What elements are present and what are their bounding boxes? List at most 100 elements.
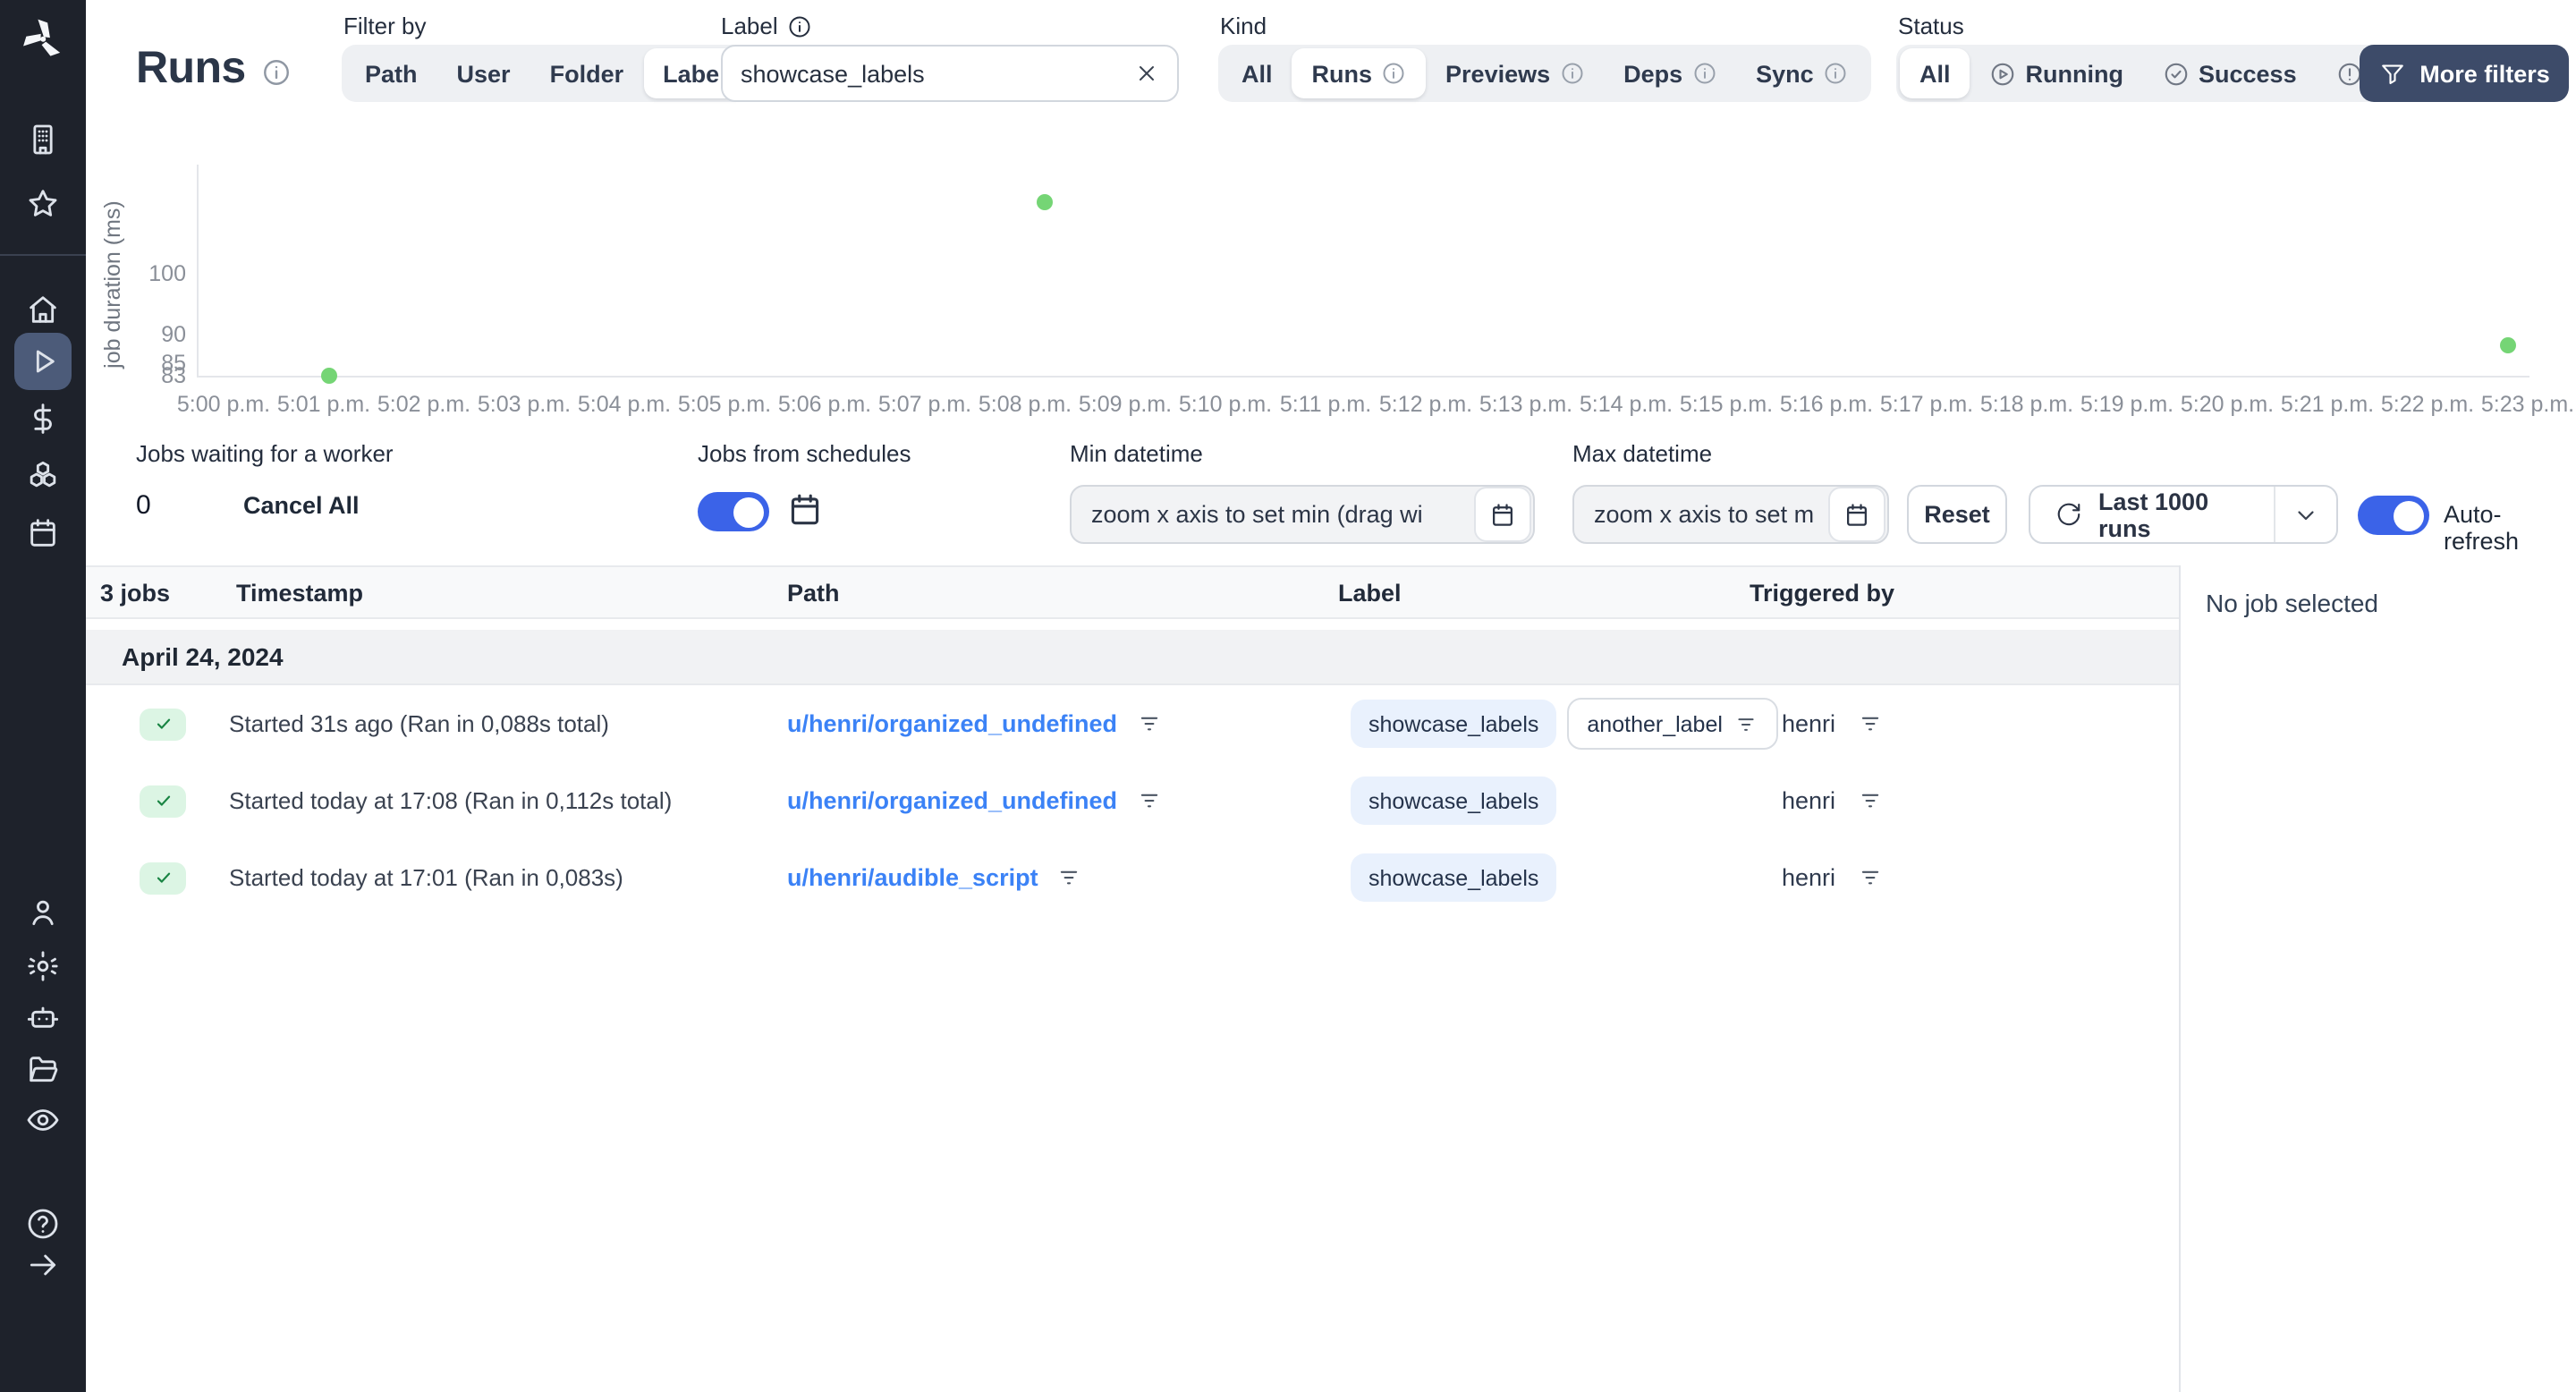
- sidebar-item-arrow-right[interactable]: [14, 1236, 72, 1294]
- option-success[interactable]: Success: [2143, 48, 2317, 98]
- chart-x-tick: 5:14 p.m.: [1579, 392, 1674, 417]
- filter-bars-icon[interactable]: [1135, 710, 1162, 737]
- windmill-logo[interactable]: [18, 14, 68, 64]
- more-filters-button[interactable]: More filters: [2360, 45, 2569, 102]
- clear-label-icon[interactable]: [1134, 61, 1159, 86]
- sidebar-item-star[interactable]: [14, 175, 72, 233]
- sidebar-item-settings[interactable]: [14, 938, 72, 995]
- option-label: Runs: [1311, 60, 1373, 87]
- page-title: Runs: [136, 43, 292, 95]
- filter-bars-icon[interactable]: [1135, 787, 1162, 814]
- info-icon[interactable]: [1691, 61, 1716, 86]
- detail-panel-divider: [2179, 565, 2181, 1392]
- sidebar-item-boxes[interactable]: [14, 447, 72, 505]
- table-row[interactable]: Started today at 17:01 (Ran in 0,083s) u/…: [86, 839, 2179, 916]
- option-path[interactable]: Path: [345, 48, 437, 98]
- cancel-all-button[interactable]: Cancel All: [243, 492, 360, 519]
- run-path-link[interactable]: u/henri/organized_undefined: [787, 787, 1117, 814]
- option-label: All: [1919, 60, 1951, 87]
- option-label: User: [456, 60, 511, 87]
- sidebar-item-home[interactable]: [14, 281, 72, 338]
- folder-open-icon: [25, 1052, 61, 1088]
- chart-data-point[interactable]: [2499, 337, 2516, 354]
- calendar-icon[interactable]: [785, 490, 825, 530]
- jobs-count: 3 jobs: [100, 579, 171, 606]
- runs-range-chevron-button[interactable]: [2273, 487, 2336, 542]
- option-folder[interactable]: Folder: [530, 48, 644, 98]
- info-icon[interactable]: [1559, 61, 1584, 86]
- chart-x-tick: 5:11 p.m.: [1279, 392, 1372, 417]
- label-pill[interactable]: showcase_labels: [1351, 777, 1557, 825]
- label-pill[interactable]: another_label: [1567, 698, 1778, 750]
- info-icon[interactable]: [1823, 61, 1848, 86]
- sidebar-item-bot[interactable]: [14, 989, 72, 1047]
- run-timestamp: Started 31s ago (Ran in 0,088s total): [229, 710, 609, 737]
- chart-x-axis-line: [197, 376, 2529, 378]
- column-header-path: Path: [787, 579, 840, 606]
- auto-refresh-toggle[interactable]: [2358, 496, 2429, 535]
- min-datetime-input[interactable]: [1072, 501, 1474, 528]
- option-all[interactable]: All: [1900, 48, 1970, 98]
- funnel-icon: [2378, 60, 2405, 87]
- chart-y-tick: 83: [161, 363, 186, 388]
- sidebar-item-dollar[interactable]: [14, 390, 72, 447]
- option-previews[interactable]: Previews: [1426, 48, 1604, 98]
- run-timestamp: Started today at 17:01 (Ran in 0,083s): [229, 864, 623, 891]
- option-runs[interactable]: Runs: [1292, 48, 1427, 98]
- option-label: Folder: [549, 60, 624, 87]
- filter-bars-icon[interactable]: [1056, 864, 1083, 891]
- success-status-badge: [140, 785, 186, 817]
- dollar-icon: [25, 401, 61, 437]
- chart-data-point[interactable]: [1037, 193, 1054, 210]
- option-running[interactable]: Running: [1970, 48, 2143, 98]
- info-icon[interactable]: [1381, 61, 1406, 86]
- filter-bars-icon[interactable]: [1733, 711, 1758, 736]
- settings-icon: [25, 948, 61, 984]
- chart-x-tick: 5:12 p.m.: [1378, 392, 1473, 417]
- label-pill[interactable]: showcase_labels: [1351, 700, 1557, 748]
- option-deps[interactable]: Deps: [1604, 48, 1736, 98]
- table-row[interactable]: Started today at 17:08 (Ran in 0,112s to…: [86, 762, 2179, 839]
- filter-bars-icon[interactable]: [1857, 787, 1884, 814]
- runs-duration-chart[interactable]: job duration (ms) 100 90 85 83 5:00 p.m. 5:01…: [86, 150, 2576, 419]
- chart-x-tick: 5:00 p.m.: [176, 392, 271, 417]
- table-row[interactable]: Started 31s ago (Ran in 0,088s total) u/h…: [86, 685, 2179, 762]
- label-pill[interactable]: showcase_labels: [1351, 853, 1557, 902]
- sidebar-item-user[interactable]: [14, 884, 72, 941]
- app-window: Runs Filter by Path User Folder Label Label…: [0, 0, 2576, 1392]
- chart-x-tick: 5:15 p.m.: [1679, 392, 1774, 417]
- info-icon[interactable]: [787, 13, 812, 38]
- chart-x-tick: 5:20 p.m.: [2180, 392, 2275, 417]
- runs-range-button[interactable]: Last 1000 runs: [2030, 487, 2273, 542]
- run-path-link[interactable]: u/henri/organized_undefined: [787, 710, 1117, 737]
- max-datetime-input[interactable]: [1574, 501, 1828, 528]
- schedules-toggle[interactable]: [698, 492, 769, 531]
- reset-button[interactable]: Reset: [1907, 485, 2007, 544]
- chart-x-tick: 5:17 p.m.: [1879, 392, 1974, 417]
- calendar-icon[interactable]: [1474, 487, 1531, 542]
- sidebar-item-play[interactable]: [14, 333, 72, 390]
- sidebar-item-building[interactable]: [14, 111, 72, 168]
- label-filter-input[interactable]: [723, 60, 1134, 87]
- option-all[interactable]: All: [1222, 48, 1292, 98]
- option-sync[interactable]: Sync: [1736, 48, 1868, 98]
- label-pill-text: another_label: [1587, 711, 1723, 736]
- option-label: Sync: [1756, 60, 1814, 87]
- chart-y-tick: 100: [148, 261, 186, 286]
- filter-bars-icon[interactable]: [1857, 710, 1884, 737]
- filter-bars-icon[interactable]: [1857, 864, 1884, 891]
- sidebar-item-folder-open[interactable]: [14, 1041, 72, 1099]
- sidebar-item-calendar[interactable]: [14, 505, 72, 562]
- status-label: Status: [1898, 13, 1964, 39]
- column-header-label: Label: [1338, 579, 1402, 606]
- label-filter-field: [721, 45, 1179, 102]
- run-path-link[interactable]: u/henri/audible_script: [787, 864, 1038, 891]
- chart-x-tick: 5:13 p.m.: [1479, 392, 1573, 417]
- no-job-selected-text: No job selected: [2206, 589, 2379, 617]
- sidebar-item-eye[interactable]: [14, 1091, 72, 1149]
- info-icon[interactable]: [262, 56, 292, 87]
- option-user[interactable]: User: [437, 48, 530, 98]
- calendar-icon[interactable]: [1828, 487, 1885, 542]
- triggered-by-user: henri: [1782, 710, 1836, 737]
- chart-data-point[interactable]: [320, 368, 337, 384]
